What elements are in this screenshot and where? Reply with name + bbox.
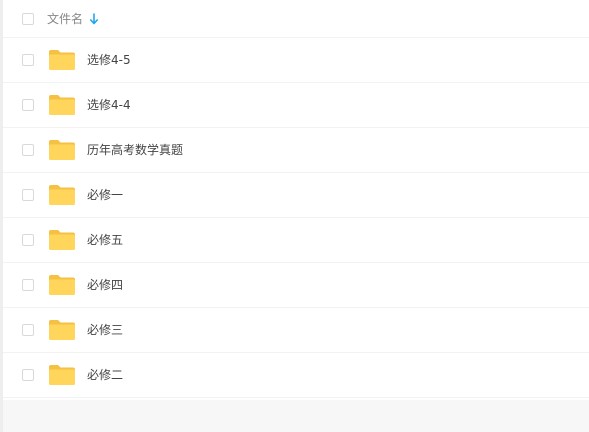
folder-icon — [49, 140, 75, 160]
file-name[interactable]: 必修五 — [87, 232, 123, 248]
folder-icon — [49, 365, 75, 385]
folder-icon — [49, 275, 75, 295]
row-checkbox[interactable] — [22, 369, 34, 381]
file-name[interactable]: 历年高考数学真题 — [87, 142, 183, 158]
list-bottom-area — [3, 400, 589, 432]
list-item[interactable]: 历年高考数学真题 — [3, 128, 589, 173]
arrow-down-icon[interactable] — [89, 12, 99, 26]
file-list-header: 文件名 — [3, 0, 589, 38]
list-item[interactable]: 必修五 — [3, 218, 589, 263]
folder-icon — [49, 230, 75, 250]
select-all-checkbox[interactable] — [22, 13, 34, 25]
folder-icon — [49, 50, 75, 70]
list-item[interactable]: 必修三 — [3, 308, 589, 353]
file-name[interactable]: 选修4-4 — [87, 97, 131, 113]
file-name[interactable]: 必修三 — [87, 322, 123, 338]
list-item[interactable]: 选修4-5 — [3, 38, 589, 83]
list-item[interactable]: 必修四 — [3, 263, 589, 308]
file-list-panel: 文件名 选修4-5 选修4-4 历年高考数学真题 必修一 必修五 必修四 必修三… — [0, 0, 589, 432]
name-column-header[interactable]: 文件名 — [47, 11, 83, 27]
file-name[interactable]: 选修4-5 — [87, 52, 131, 68]
folder-icon — [49, 320, 75, 340]
folder-icon — [49, 185, 75, 205]
list-item[interactable]: 必修二 — [3, 353, 589, 398]
row-checkbox[interactable] — [22, 189, 34, 201]
folder-icon — [49, 95, 75, 115]
list-item[interactable]: 必修一 — [3, 173, 589, 218]
file-name[interactable]: 必修四 — [87, 277, 123, 293]
row-checkbox[interactable] — [22, 99, 34, 111]
row-checkbox[interactable] — [22, 144, 34, 156]
row-checkbox[interactable] — [22, 279, 34, 291]
file-name[interactable]: 必修一 — [87, 187, 123, 203]
row-checkbox[interactable] — [22, 234, 34, 246]
list-item[interactable]: 选修4-4 — [3, 83, 589, 128]
row-checkbox[interactable] — [22, 54, 34, 66]
row-checkbox[interactable] — [22, 324, 34, 336]
file-name[interactable]: 必修二 — [87, 367, 123, 383]
